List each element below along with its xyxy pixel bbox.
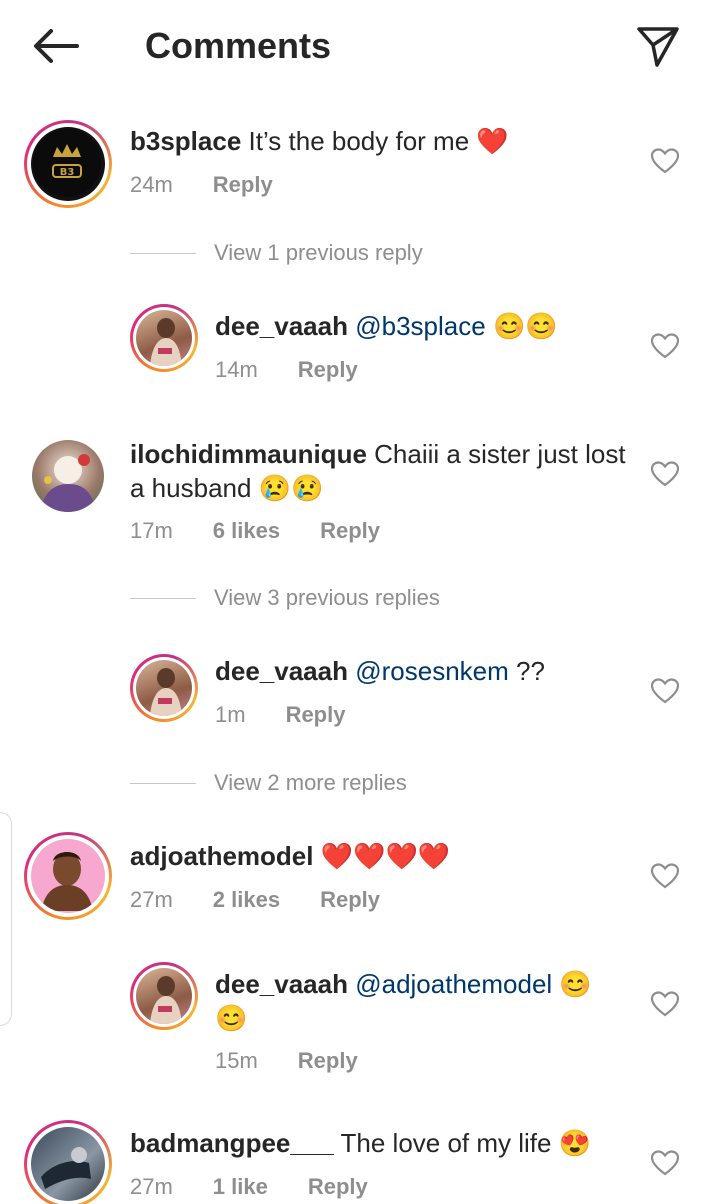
comment-meta: 17m 6 likes Reply [130,518,380,544]
comment-username[interactable]: badmangpee___ [130,1128,334,1158]
comment-body: badmangpee___ The love of my life 😍 [130,1126,630,1160]
view-more-replies[interactable]: View 2 more replies [130,770,407,796]
comment-body: ilochidimmaunique Chaiii a sister just l… [130,437,630,505]
profile-photo [40,454,96,512]
comment-text: ?? [516,656,545,686]
mention-link[interactable]: @adjoathemodel [355,969,552,999]
mention-link[interactable]: @rosesnkem [355,656,509,686]
view-replies-label: View 1 previous reply [214,240,423,265]
comment-text: The love of my life [340,1128,552,1158]
comment-username[interactable]: ilochidimmaunique [130,439,367,469]
reply-button[interactable]: Reply [286,702,346,728]
back-arrow-icon[interactable] [28,22,84,70]
heart-outline-icon[interactable] [650,146,680,176]
likes-count[interactable]: 2 likes [213,887,280,913]
comment-body: b3splace It’s the body for me ❤️ [130,124,630,158]
divider [130,252,196,254]
comment-body: dee_vaaah @b3splace 😊😊 [215,309,635,343]
view-previous-replies[interactable]: View 1 previous reply [130,240,423,266]
comment-username[interactable]: b3splace [130,126,241,156]
likes-count[interactable]: 1 like [213,1174,268,1200]
comment-emoji: 😍 [558,1128,592,1158]
view-replies-label: View 2 more replies [214,770,407,795]
page-title: Comments [145,25,332,66]
profile-photo [150,668,182,716]
header: Comments [0,0,720,90]
avatar[interactable]: B3 [24,120,112,208]
comment-emoji: 😊😊 [492,311,558,341]
comment-username[interactable]: dee_vaaah [215,969,348,999]
profile-photo [150,318,182,366]
heart-outline-icon[interactable] [650,989,680,1019]
avatar[interactable] [130,962,198,1030]
comment-emoji: ❤️❤️❤️❤️ [320,841,451,871]
reply-button[interactable]: Reply [320,518,380,544]
comment-body: adjoathemodel ❤️❤️❤️❤️ [130,839,630,873]
comment-meta: 15m Reply [215,1048,358,1074]
paper-plane-icon[interactable] [630,20,686,72]
heart-outline-icon[interactable] [650,459,680,489]
divider [130,782,196,784]
reply-button[interactable]: Reply [213,172,273,198]
profile-photo [150,976,182,1024]
comment-time: 14m [215,357,258,382]
comment-username[interactable]: dee_vaaah [215,656,348,686]
avatar[interactable] [24,1120,112,1204]
heart-outline-icon[interactable] [650,1148,680,1178]
avatar[interactable] [24,832,112,920]
heart-outline-icon[interactable] [650,861,680,891]
comment-time: 27m [130,1174,173,1199]
comment-text: It’s the body for me [248,126,470,156]
comment-username[interactable]: adjoathemodel [130,841,313,871]
profile-photo [41,852,93,911]
comment-body: dee_vaaah @rosesnkem ?? [215,654,635,688]
avatar[interactable] [130,304,198,372]
profile-photo [41,1147,91,1189]
avatar[interactable] [130,654,198,722]
comment-meta: 27m 2 likes Reply [130,887,380,913]
view-replies-label: View 3 previous replies [214,585,440,610]
mention-link[interactable]: @b3splace [355,311,485,341]
avatar[interactable] [32,440,104,512]
side-panel-tab[interactable] [0,812,12,1026]
heart-outline-icon[interactable] [650,331,680,361]
reply-button[interactable]: Reply [308,1174,368,1200]
svg-text:B3: B3 [60,167,75,178]
comment-time: 24m [130,172,173,197]
reply-button[interactable]: Reply [298,357,358,383]
b3-logo-icon: B3 [33,129,101,197]
divider [130,597,196,599]
comment-time: 17m [130,518,173,543]
reply-button[interactable]: Reply [298,1048,358,1074]
comment-time: 15m [215,1048,258,1073]
view-previous-replies[interactable]: View 3 previous replies [130,585,440,611]
comment-meta: 24m Reply [130,172,273,198]
comment-emoji: 😢😢 [258,473,324,503]
comment-meta: 1m Reply [215,702,345,728]
comment-emoji: ❤️ [476,126,509,156]
comment-time: 27m [130,887,173,912]
comment-meta: 14m Reply [215,357,358,383]
comment-time: 1m [215,702,246,727]
comment-body: dee_vaaah @adjoathemodel 😊😊 [215,967,615,1035]
comment-username[interactable]: dee_vaaah [215,311,348,341]
reply-button[interactable]: Reply [320,887,380,913]
heart-outline-icon[interactable] [650,676,680,706]
likes-count[interactable]: 6 likes [213,518,280,544]
comment-meta: 27m 1 like Reply [130,1174,368,1200]
